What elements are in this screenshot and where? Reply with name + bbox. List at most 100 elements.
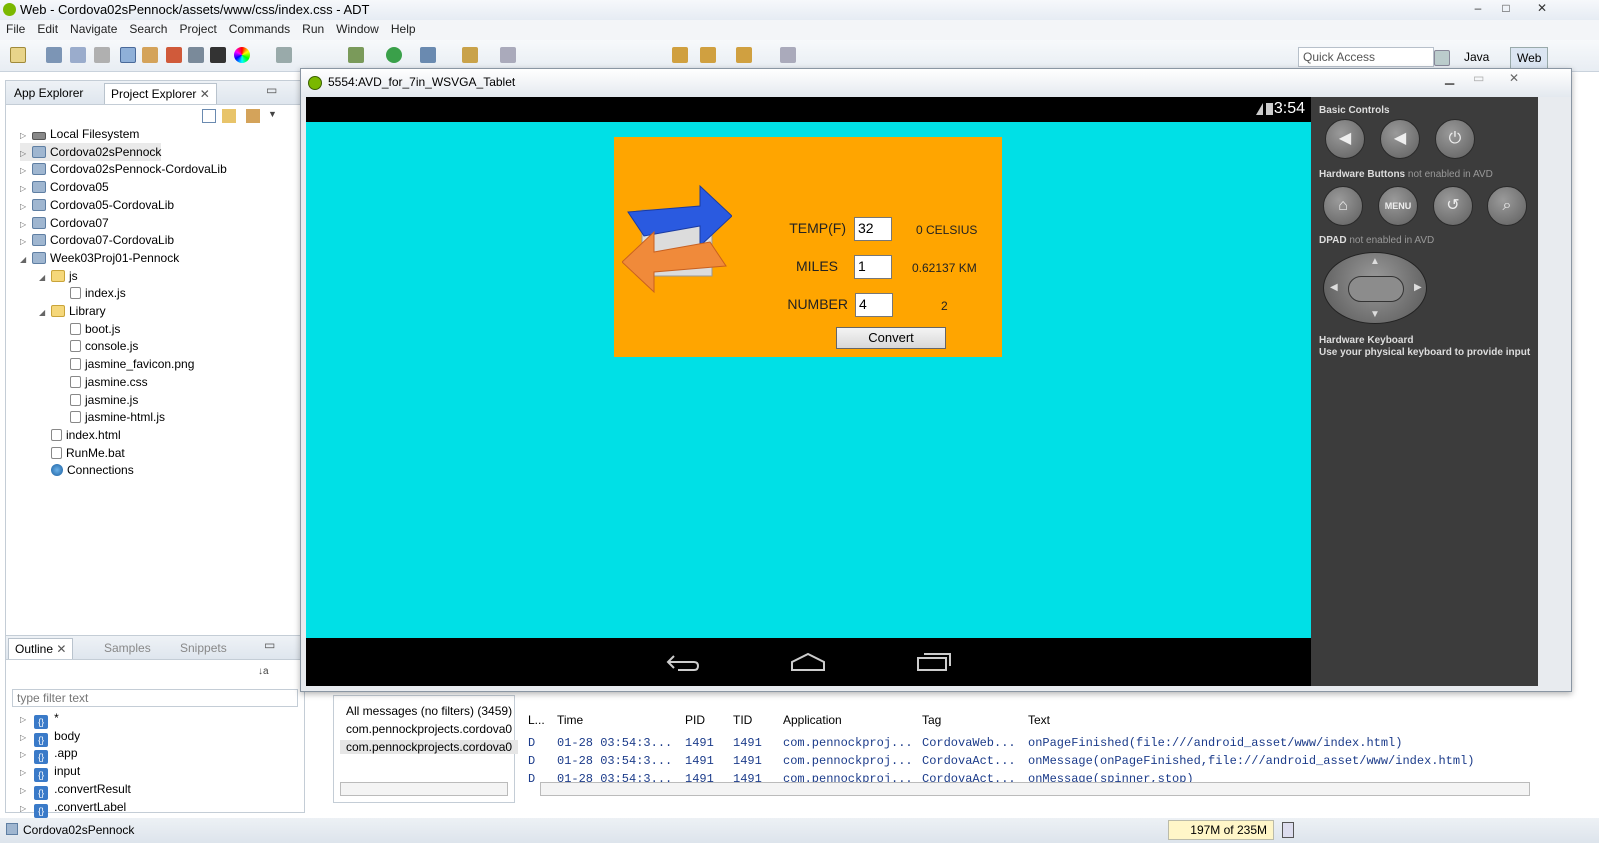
tree-item[interactable]: console.js: [58, 337, 138, 355]
menu-search[interactable]: Search: [123, 20, 173, 38]
external-tools-icon[interactable]: [420, 47, 436, 63]
app-viewport[interactable]: TEMP(F) 32 0 CELSIUS MILES 1 0.62137 KM …: [306, 122, 1311, 638]
emu-maximize-button[interactable]: ▭: [1473, 71, 1484, 85]
dpad-center[interactable]: [1348, 276, 1404, 302]
outline-item[interactable]: ▷{} body: [20, 728, 80, 747]
tree-item[interactable]: ◢ js: [39, 267, 78, 285]
tree-item[interactable]: jasmine-html.js: [58, 408, 165, 426]
menu-help[interactable]: Help: [385, 20, 422, 38]
volume-up-icon[interactable]: ◀: [1380, 119, 1420, 159]
col-time[interactable]: Time: [557, 713, 583, 727]
col-application[interactable]: Application: [783, 713, 842, 727]
menu-navigate[interactable]: Navigate: [64, 20, 123, 38]
minimize-view-icon[interactable]: ▭: [266, 83, 277, 97]
heap-status[interactable]: 197M of 235M: [1168, 820, 1274, 840]
search-icon[interactable]: ⌕: [1487, 186, 1527, 226]
debug-icon[interactable]: [348, 47, 364, 63]
menu-file[interactable]: File: [0, 20, 31, 38]
expand-toggle-icon[interactable]: ▷: [20, 733, 26, 742]
expand-toggle-icon[interactable]: ▷: [20, 804, 26, 813]
tab-app-explorer[interactable]: App Explorer: [8, 83, 89, 104]
expand-toggle-icon[interactable]: ◢: [39, 304, 49, 322]
log-hscrollbar[interactable]: [540, 782, 1530, 796]
minimize-button[interactable]: –: [1466, 1, 1490, 17]
tree-item[interactable]: ▷ Cordova07-CordovaLib: [20, 231, 174, 249]
filter-item[interactable]: com.pennockprojects.cordova0: [340, 740, 519, 754]
open-perspective-icon[interactable]: [1434, 50, 1450, 66]
tree-item[interactable]: ▷ Local Filesystem: [20, 125, 139, 143]
layout-icon[interactable]: [120, 47, 136, 63]
forward-icon[interactable]: [736, 47, 752, 63]
tree-item[interactable]: boot.js: [58, 320, 120, 338]
volume-down-icon[interactable]: ◀: [1325, 119, 1365, 159]
tree-item[interactable]: jasmine_favicon.png: [58, 355, 194, 373]
tree-item[interactable]: index.html: [39, 426, 121, 444]
tab-project-explorer[interactable]: Project Explorer ✕: [104, 83, 217, 104]
tree-item[interactable]: ▷ Cordova02sPennock-CordovaLib: [20, 160, 227, 178]
print-icon[interactable]: [94, 47, 110, 63]
expand-toggle-icon[interactable]: ▷: [20, 750, 26, 759]
outline-item[interactable]: ▷ {} .convertLabel: [20, 799, 126, 818]
tree-item[interactable]: ▷ Cordova02sPennock: [20, 142, 162, 161]
filter-item[interactable]: com.pennockprojects.cordova0: [346, 722, 512, 736]
tab-samples[interactable]: Samples: [98, 638, 157, 659]
collapse-all-icon[interactable]: [202, 109, 216, 123]
temp-input[interactable]: 32: [854, 217, 892, 241]
nav-recents-icon[interactable]: [916, 652, 952, 672]
save-icon[interactable]: [46, 47, 62, 63]
search-toolbar-icon[interactable]: [500, 47, 516, 63]
sort-icon[interactable]: ↓a: [258, 666, 269, 677]
menu-window[interactable]: Window: [330, 20, 385, 38]
tree-item[interactable]: ▷ Cordova05: [20, 178, 109, 196]
emu-close-button[interactable]: ✕: [1509, 71, 1519, 85]
tree-item[interactable]: jasmine.css: [58, 373, 148, 391]
nav-back-icon[interactable]: [666, 652, 700, 672]
dpad[interactable]: ▲ ▼ ◀ ▶: [1323, 252, 1427, 324]
dpad-up-icon[interactable]: ▲: [1370, 256, 1380, 267]
menu-commands[interactable]: Commands: [223, 20, 296, 38]
close-button[interactable]: ✕: [1530, 1, 1554, 17]
expand-toggle-icon[interactable]: ◢: [20, 251, 30, 269]
tree-item[interactable]: jasmine.js: [58, 391, 138, 409]
new-icon[interactable]: [10, 47, 26, 63]
minimize-view-icon[interactable]: ▭: [264, 638, 275, 652]
expand-toggle-icon[interactable]: ◢: [39, 269, 49, 287]
col-tid[interactable]: TID: [733, 713, 752, 727]
dpad-down-icon[interactable]: ▼: [1370, 309, 1380, 320]
outline-item[interactable]: ▷{} input: [20, 763, 80, 783]
expand-toggle-icon[interactable]: ▷: [20, 715, 26, 724]
expand-toggle-icon[interactable]: ▷: [20, 786, 26, 795]
run-icon[interactable]: [386, 47, 402, 63]
expand-toggle-icon[interactable]: ▷: [20, 768, 26, 777]
quick-access-input[interactable]: Quick Access: [1298, 47, 1434, 67]
view-menu-icon[interactable]: ▼: [268, 109, 277, 119]
col-level[interactable]: L...: [528, 713, 545, 727]
back-icon[interactable]: [700, 47, 716, 63]
menu-project[interactable]: Project: [173, 20, 222, 38]
save-all-icon[interactable]: [70, 47, 86, 63]
back-nav-icon[interactable]: [672, 47, 688, 63]
menu-button[interactable]: MENU: [1378, 186, 1418, 226]
package-icon[interactable]: [142, 47, 158, 63]
tree-item[interactable]: ▷ Cordova05-CordovaLib: [20, 196, 174, 214]
maximize-button[interactable]: □: [1494, 1, 1518, 17]
perspective-java[interactable]: Java: [1458, 47, 1495, 69]
menu-run[interactable]: Run: [296, 20, 330, 38]
filter-all-messages[interactable]: All messages (no filters) (3459): [346, 704, 512, 718]
outline-filter-input[interactable]: type filter text: [12, 689, 298, 707]
power-icon[interactable]: ⏻: [1435, 119, 1475, 159]
tree-item[interactable]: ▷ Cordova07: [20, 214, 109, 232]
tree-item[interactable]: Connections: [39, 461, 134, 479]
perspective-web[interactable]: Web: [1510, 47, 1549, 69]
link-editor-icon[interactable]: [222, 109, 236, 123]
outline-item[interactable]: ▷{} .app: [20, 745, 78, 765]
tree-item[interactable]: ◢ Library: [39, 302, 106, 320]
back-icon[interactable]: ↺: [1433, 186, 1473, 226]
home-icon[interactable]: [166, 47, 182, 63]
package-icon[interactable]: [246, 109, 260, 123]
miles-input[interactable]: 1: [854, 255, 892, 279]
number-input[interactable]: 4: [855, 293, 893, 317]
convert-button[interactable]: Convert: [836, 327, 946, 349]
color-icon[interactable]: [234, 47, 250, 63]
wand-icon[interactable]: [462, 47, 478, 63]
